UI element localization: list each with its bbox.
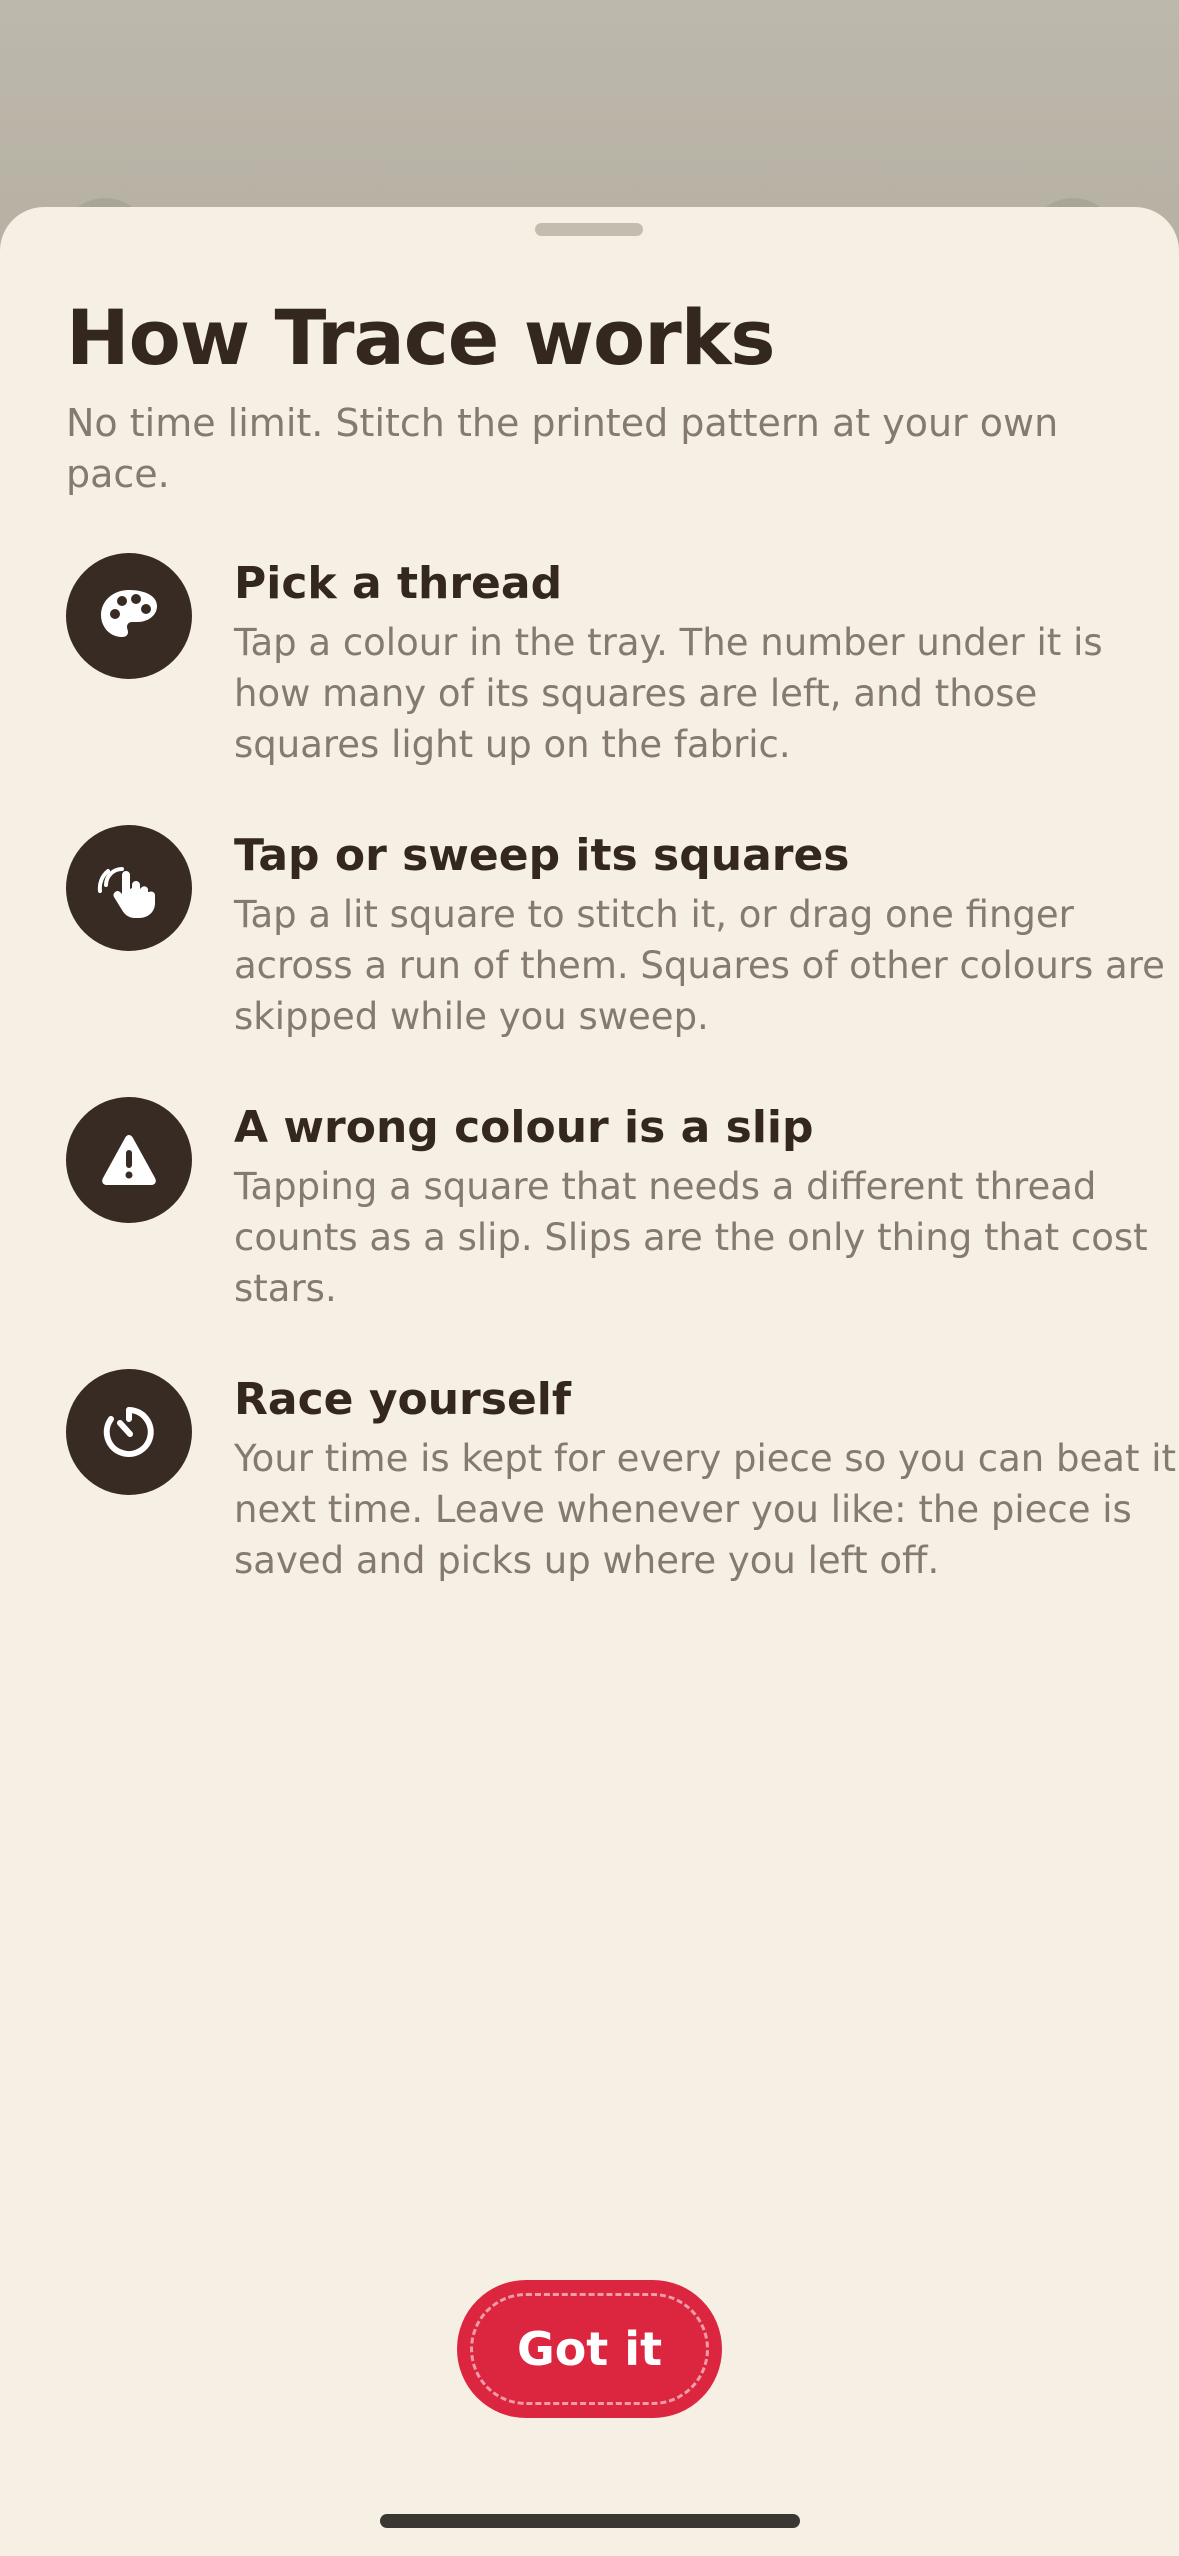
sheet-grabber[interactable] [535,223,643,236]
hand-tap-icon [66,825,192,951]
sheet-subtitle: No time limit. Stitch the printed patter… [66,401,1059,496]
step-description: Tap a colour in the tray. The number und… [234,621,1103,766]
step-title: A wrong colour is a slip [234,1102,814,1153]
step-description: Your time is kept for every piece so you… [234,1437,1177,1582]
palette-icon [66,553,192,679]
step-title: Race yourself [234,1374,572,1425]
step-title: Tap or sweep its squares [234,830,850,881]
got-it-button[interactable]: Got it [457,2280,722,2418]
got-it-label: Got it [516,2322,663,2376]
warning-icon [66,1097,192,1223]
how-it-works-sheet [0,207,1179,2556]
step-description: Tapping a square that needs a different … [234,1165,1148,1310]
timer-icon [66,1369,192,1495]
step-title: Pick a thread [234,558,563,609]
sheet-title: How Trace works [66,293,775,382]
home-indicator[interactable] [380,2514,800,2528]
step-description: Tap a lit square to stitch it, or drag o… [234,893,1165,1038]
